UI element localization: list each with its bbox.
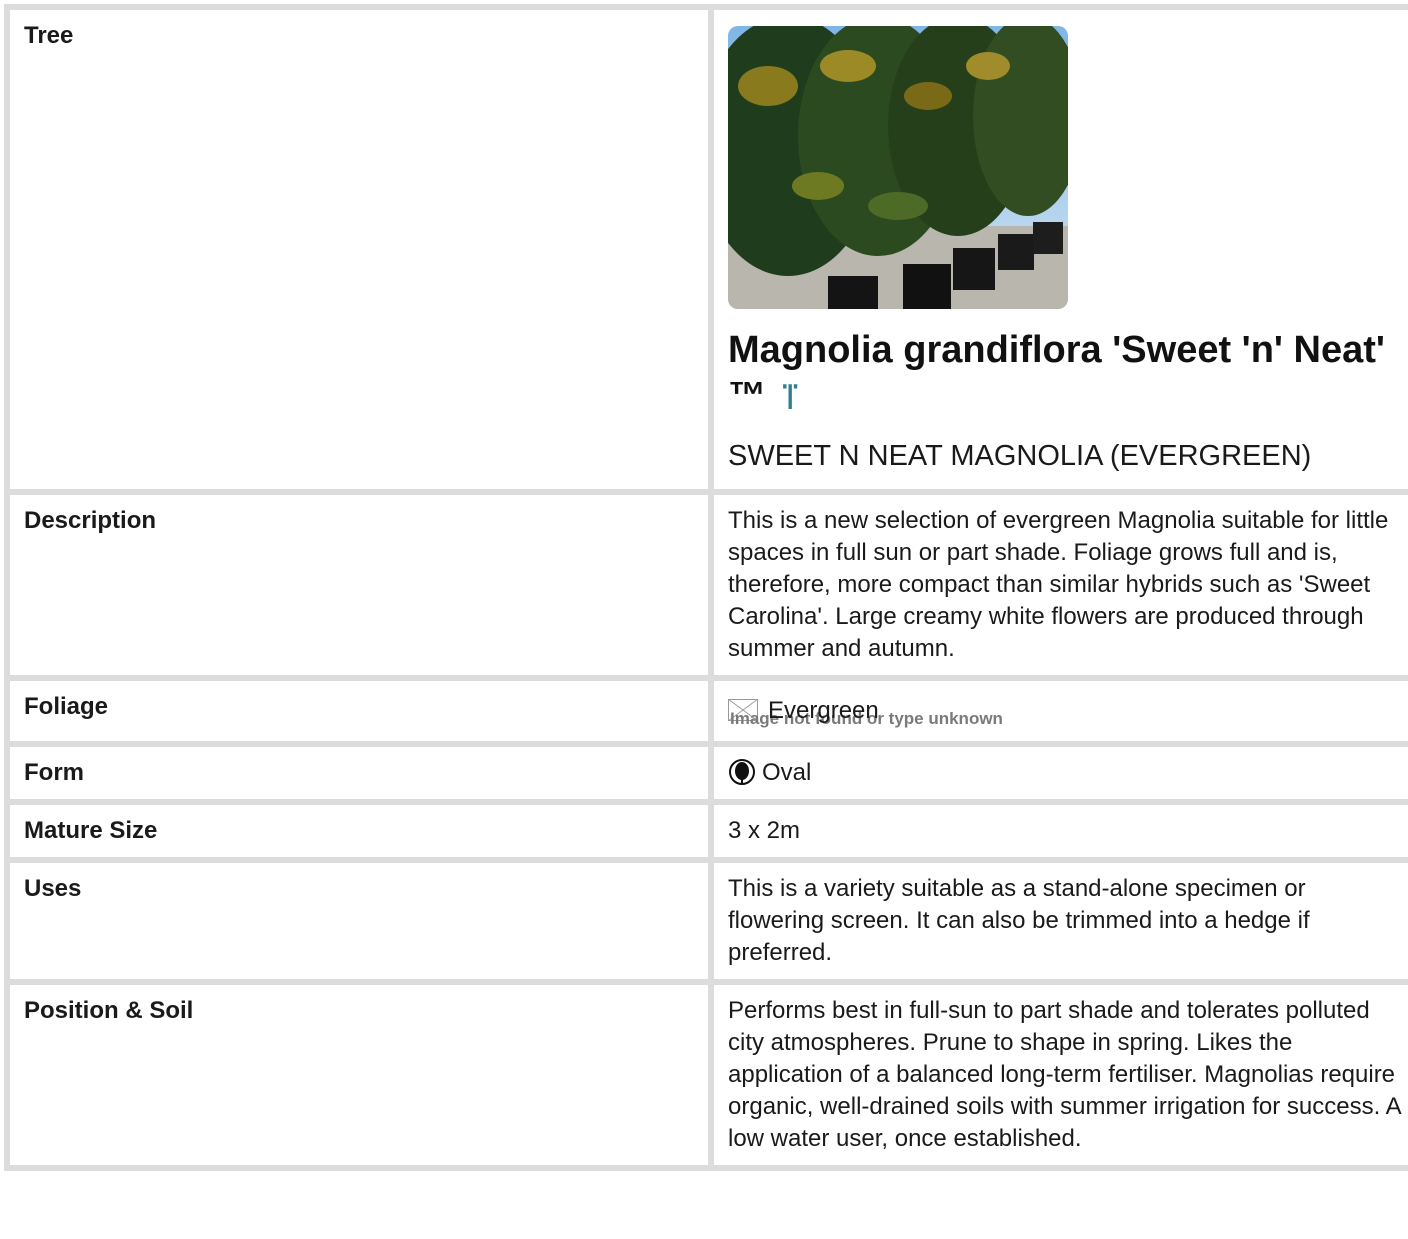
position-soil-row: Position & Soil Performs best in full-su…: [10, 984, 1408, 1165]
tree-value: Magnolia grandiflora 'Sweet 'n' Neat' ™ …: [714, 10, 1408, 489]
position-soil-value: Performs best in full-sun to part shade …: [714, 984, 1408, 1165]
mature-size-label: Mature Size: [10, 804, 708, 857]
uses-row: Uses This is a variety suitable as a sta…: [10, 862, 1408, 979]
plant-details-table: Tree Magnolia grandiflora 'Sweet 'n' Nea…: [4, 4, 1408, 1171]
oval-tree-icon: [729, 758, 755, 785]
description-label: Description: [10, 494, 708, 675]
foliage-row: Foliage Image not found or type unknown …: [10, 680, 1408, 741]
mature-size-row: Mature Size 3 x 2m: [10, 804, 1408, 857]
form-row: Form Oval: [10, 746, 1408, 799]
common-name: SWEET N NEAT MAGNOLIA (EVERGREEN): [728, 439, 1312, 472]
position-soil-label: Position & Soil: [10, 984, 708, 1165]
description-row: Description This is a new selection of e…: [10, 494, 1408, 675]
tree-row: Tree Magnolia grandiflora 'Sweet 'n' Nea…: [10, 10, 1408, 489]
foliage-value: Image not found or type unknown Evergree…: [714, 680, 1408, 741]
foliage-text: Evergreen: [768, 696, 879, 724]
botanical-name-text: Magnolia grandiflora 'Sweet 'n' Neat' ™: [728, 329, 1385, 417]
uses-label: Uses: [10, 862, 708, 979]
botanical-name: Magnolia grandiflora 'Sweet 'n' Neat' ™ …: [728, 327, 1408, 421]
form-text: Oval: [762, 758, 812, 786]
form-value: Oval: [714, 746, 1408, 799]
foliage-label: Foliage: [10, 680, 708, 741]
description-value: This is a new selection of evergreen Mag…: [714, 494, 1408, 675]
uses-value: This is a variety suitable as a stand-al…: [714, 862, 1408, 979]
foliage-line: Image not found or type unknown Evergree…: [728, 691, 1408, 731]
mature-size-value: 3 x 2m: [714, 804, 1408, 857]
plant-photo: [728, 26, 1068, 309]
tree-label: Tree: [10, 10, 708, 489]
form-label: Form: [10, 746, 708, 799]
evergreen-leaf-icon: ⴶ: [780, 378, 800, 417]
